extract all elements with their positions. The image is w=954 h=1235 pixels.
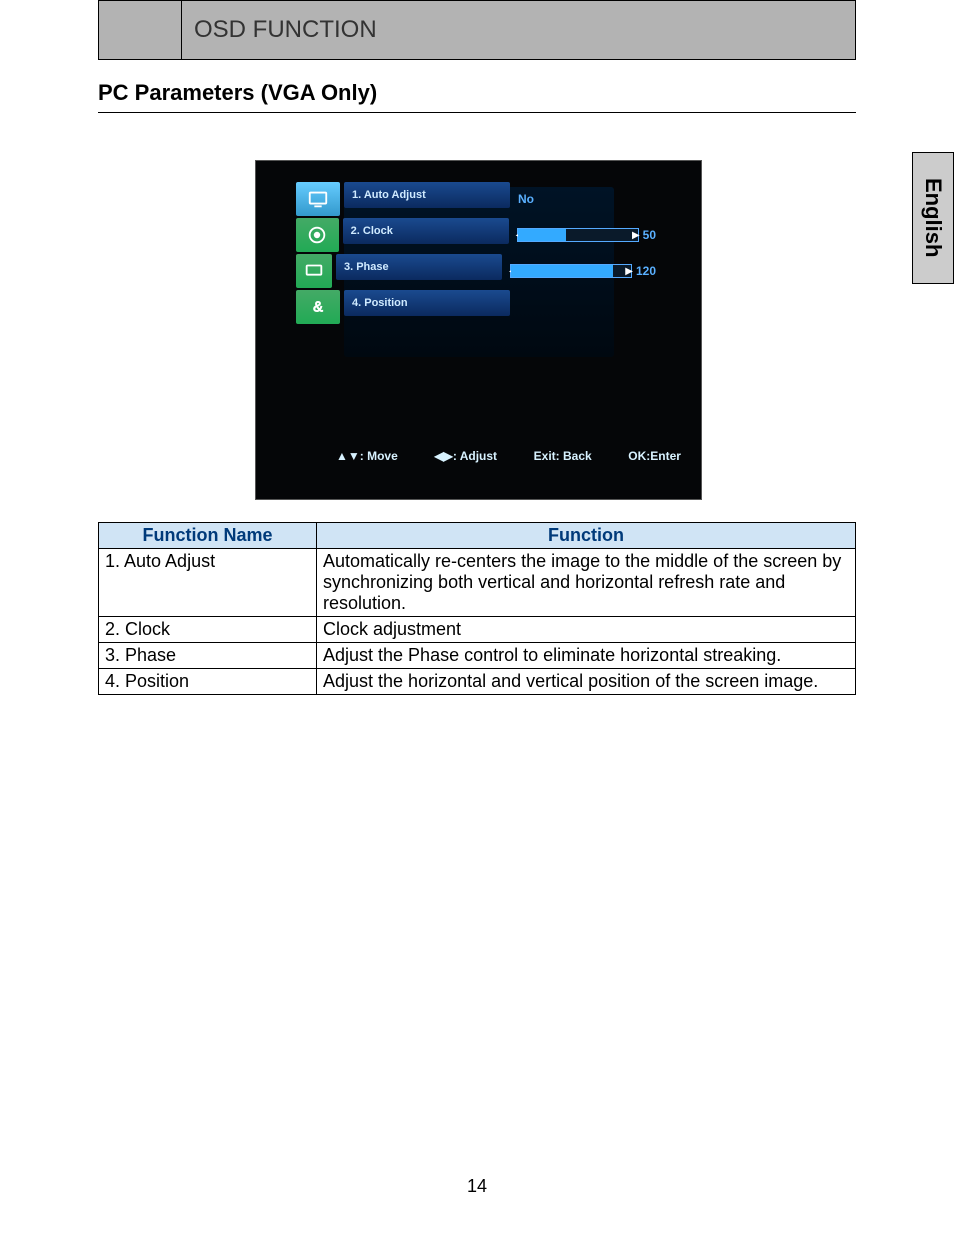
osd-item-2-slider: ◀▶ [517, 228, 639, 242]
header-title: OSD FUNCTION [182, 1, 855, 59]
language-tab: English [912, 152, 954, 284]
osd-item-1: 1. Auto Adjust [344, 182, 510, 208]
osd-item-2-value: 50 [643, 228, 656, 242]
table-cell-name: 1. Auto Adjust [99, 549, 317, 617]
function-table: Function Name Function 1. Auto Adjust Au… [98, 522, 856, 695]
osd-screenshot: 1. Auto Adjust No 2. Clock ◀▶ 50 3. Phas… [255, 160, 702, 500]
osd-hint-adjust: ◀▶: Adjust [434, 449, 497, 463]
osd-item-1-value: No [518, 192, 534, 206]
table-row: 2. Clock Clock adjustment [99, 617, 856, 643]
table-row: 4. Position Adjust the horizontal and ve… [99, 669, 856, 695]
osd-hint-exit: Exit: Back [534, 449, 592, 463]
table-head-name: Function Name [99, 523, 317, 549]
language-tab-label: English [920, 178, 946, 257]
header-bar: OSD FUNCTION [98, 0, 856, 60]
osd-item-3: 3. Phase [336, 254, 502, 280]
header-tab-spacer [99, 1, 182, 59]
table-cell-name: 3. Phase [99, 643, 317, 669]
osd-item-3-value: 120 [636, 264, 656, 278]
svg-text:&: & [313, 300, 323, 316]
osd-tab-misc-icon: & [296, 290, 340, 324]
table-row: 1. Auto Adjust Automatically re-centers … [99, 549, 856, 617]
section-heading: PC Parameters (VGA Only) [98, 80, 856, 113]
table-head-row: Function Name Function [99, 523, 856, 549]
osd-tab-audio-icon [296, 218, 339, 252]
page-number: 14 [0, 1176, 954, 1197]
table-cell-desc: Adjust the Phase control to eliminate ho… [317, 643, 856, 669]
osd-hint-move: ▲▼: Move [336, 449, 398, 463]
osd-panel: 1. Auto Adjust No 2. Clock ◀▶ 50 3. Phas… [296, 181, 656, 325]
table-cell-desc: Adjust the horizontal and vertical posit… [317, 669, 856, 695]
table-head-desc: Function [317, 523, 856, 549]
osd-item-2: 2. Clock [343, 218, 509, 244]
osd-item-3-slider: ◀▶ [510, 264, 632, 278]
table-row: 3. Phase Adjust the Phase control to eli… [99, 643, 856, 669]
table-cell-name: 4. Position [99, 669, 317, 695]
osd-tab-pc-icon [296, 182, 340, 216]
table-cell-desc: Automatically re-centers the image to th… [317, 549, 856, 617]
osd-tab-display-icon [296, 254, 332, 288]
table-cell-desc: Clock adjustment [317, 617, 856, 643]
table-cell-name: 2. Clock [99, 617, 317, 643]
osd-hint-ok: OK:Enter [628, 449, 681, 463]
osd-hints: ▲▼: Move ◀▶: Adjust Exit: Back OK:Enter [336, 449, 681, 463]
osd-item-4: 4. Position [344, 290, 510, 316]
